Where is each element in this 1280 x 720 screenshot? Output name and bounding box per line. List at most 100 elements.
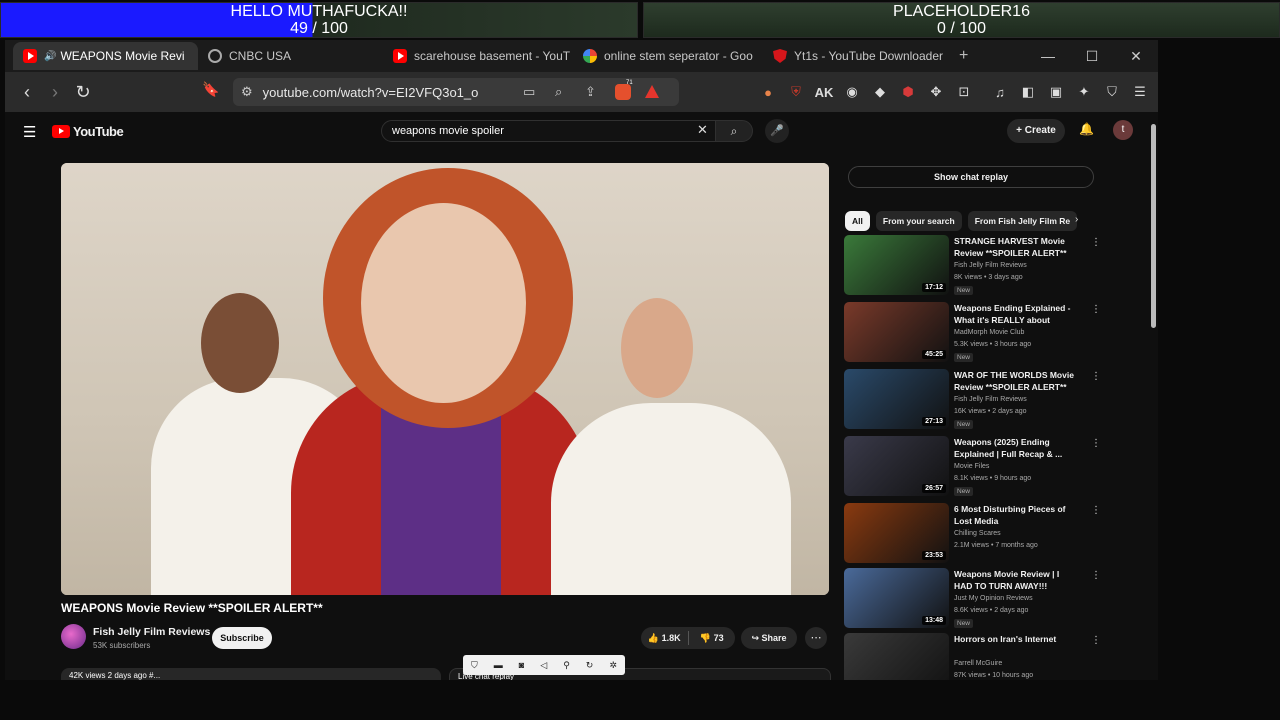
screenshot-icon[interactable]: ⊡ [950,84,978,100]
page-scrollbar[interactable] [1150,112,1158,680]
create-button[interactable]: + Create [1007,119,1065,143]
recommendation-title[interactable]: 6 Most Disturbing Pieces of Lost Media [954,504,1078,527]
subscribe-button[interactable]: Subscribe [212,627,272,649]
scrollbar-thumb[interactable] [1151,124,1156,328]
show-chat-replay-button[interactable]: Show chat replay [848,166,1094,188]
description-box[interactable]: 42K views 2 days ago #... [61,668,441,680]
media-icon[interactable]: ♫ [986,85,1014,100]
tab-cnbc[interactable]: CNBC USA [198,42,383,70]
more-options-icon[interactable]: ⋮ [1091,438,1101,449]
video-thumbnail[interactable]: 13:48 [844,568,949,628]
recommendation-item[interactable]: 13:48 Weapons Movie Review | I HAD TO TUR… [844,568,1101,632]
recommendation-channel[interactable]: Farrell McGuire [954,660,1002,667]
settings-tool-icon[interactable]: ✲ [609,660,617,671]
more-options-icon[interactable]: ⋮ [1091,237,1101,248]
extension-diamond-icon[interactable]: ◆ [866,84,894,100]
chevron-right-icon[interactable]: › [1075,214,1078,225]
record-tool-icon[interactable]: ▬ [494,660,503,670]
adblock-plus-icon[interactable]: ⬢ [894,84,922,100]
youtube-logo[interactable]: YouTube [52,124,124,139]
back-button[interactable]: ‹ [13,82,41,103]
chip-all[interactable]: All [845,211,870,231]
tab-yt1s[interactable]: Yt1s - YouTube Downloader [763,42,953,70]
search-button[interactable]: ⌕ [715,120,753,142]
recommendation-item[interactable]: 23:53 6 Most Disturbing Pieces of Lost Me… [844,503,1101,567]
video-thumbnail[interactable]: 23:53 [844,503,949,563]
brave-shields-icon[interactable] [615,84,631,100]
chip-from-channel[interactable]: From Fish Jelly Film Re [967,211,1078,231]
sidebar-icon[interactable]: ◧ [1014,84,1042,100]
more-options-icon[interactable]: ⋮ [1091,371,1101,382]
ublock-icon[interactable]: ⛨ [782,84,810,100]
recommendation-title[interactable]: Weapons Movie Review | I HAD TO TURN AWA… [954,569,1078,592]
more-options-icon[interactable]: ⋮ [1091,635,1101,646]
recommendation-title[interactable]: Weapons (2025) Ending Explained | Full R… [954,437,1078,460]
recommendation-item[interactable]: Horrors on Iran's Internet Farrell McGuir… [844,633,1101,680]
address-bar[interactable]: ⚙ youtube.com/watch?v=EI2VFQ3o1_o ▭ ⌕ ⇪ … [233,78,679,106]
audio-tool-icon[interactable]: ◁ [540,660,547,671]
guide-menu-icon[interactable]: ☰ [23,123,36,141]
channel-avatar[interactable] [61,624,86,649]
forward-button[interactable]: › [41,82,69,103]
new-tab-button[interactable]: + [959,47,968,65]
recommendation-channel[interactable]: MadMorph Movie Club [954,329,1024,336]
notifications-icon[interactable]: 🔔 [1079,122,1094,136]
maximize-icon[interactable]: ☐ [1070,48,1114,65]
recommendation-channel[interactable]: Movie Files [954,463,989,470]
leo-icon[interactable]: ✦ [1070,84,1098,100]
more-options-icon[interactable]: ⋮ [1091,570,1101,581]
brave-rewards-icon[interactable] [645,85,659,98]
more-options-icon[interactable]: ⋮ [1091,505,1101,516]
extension-circle-icon[interactable]: ◉ [838,84,866,100]
search-input[interactable]: weapons movie spoiler [381,120,716,142]
recommendation-channel[interactable]: Chilling Scares [954,530,1001,537]
extensions-puzzle-icon[interactable]: ✥ [922,84,950,100]
wallet-icon[interactable]: ▣ [1042,84,1070,100]
vpn-icon[interactable]: ⛉ [1098,84,1126,100]
refresh-tool-icon[interactable]: ↻ [586,660,594,671]
share-page-icon[interactable]: ⇪ [585,84,596,100]
chip-from-search[interactable]: From your search [875,211,962,231]
menu-icon[interactable]: ☰ [1126,84,1154,100]
voice-search-icon[interactable]: 🎤 [765,119,789,143]
clear-search-icon[interactable]: ✕ [697,122,708,138]
video-player[interactable] [61,163,829,595]
extension-ak-icon[interactable]: AK [810,85,838,100]
video-thumbnail[interactable]: 26:57 [844,436,949,496]
recommendation-item[interactable]: 45:25 Weapons Ending Explained - What it'… [844,302,1101,366]
recommendation-title[interactable]: WAR OF THE WORLDS Movie Review **SPOILER… [954,370,1078,393]
recommendation-item[interactable]: 26:57 Weapons (2025) Ending Explained | F… [844,436,1101,500]
account-avatar[interactable]: t [1113,120,1133,140]
extension-orange-icon[interactable]: ● [754,85,782,100]
share-button[interactable]: ↪ Share [741,627,797,649]
close-window-icon[interactable]: ✕ [1114,48,1158,65]
dislike-button[interactable]: 👎 73 [689,633,736,644]
recommendation-title[interactable]: STRANGE HARVEST Movie Review **SPOILER A… [954,236,1078,259]
recommendation-channel[interactable]: Fish Jelly Film Reviews [954,396,1027,403]
cast-icon[interactable]: ▭ [523,84,535,100]
more-actions-icon[interactable]: ⋯ [805,627,827,649]
recommendation-item[interactable]: 27:13 WAR OF THE WORLDS Movie Review **SP… [844,369,1101,433]
video-thumbnail[interactable]: 27:13 [844,369,949,429]
video-thumbnail[interactable] [844,633,949,680]
bookmark-icon[interactable]: 🔖 [197,81,225,98]
tab-weapons-review[interactable]: 🔊 WEAPONS Movie Revi ✕ [13,42,198,70]
tab-stem-separator[interactable]: online stem seperator - Goo [573,42,763,70]
recommendation-channel[interactable]: Just My Opinion Reviews [954,595,1033,602]
tab-scarehouse[interactable]: scarehouse basement - YouT [383,42,573,70]
minimize-icon[interactable]: — [1026,48,1070,64]
zoom-icon[interactable]: ⌕ [555,84,562,100]
reload-button[interactable]: ↻ [69,82,97,103]
like-button[interactable]: 👍 1.8K [641,633,688,644]
video-thumbnail[interactable]: 45:25 [844,302,949,362]
recommendation-channel[interactable]: Fish Jelly Film Reviews [954,262,1027,269]
recommendation-item[interactable]: 17:12 STRANGE HARVEST Movie Review **SPOI… [844,235,1101,299]
shield-tool-icon[interactable]: ⛉ [471,660,478,671]
recommendation-title[interactable]: Weapons Ending Explained - What it's REA… [954,303,1078,326]
site-settings-icon[interactable]: ⚙ [241,84,253,100]
recommendation-title[interactable]: Horrors on Iran's Internet [954,634,1078,646]
pin-tool-icon[interactable]: ⚲ [563,660,570,671]
video-thumbnail[interactable]: 17:12 [844,235,949,295]
more-options-icon[interactable]: ⋮ [1091,304,1101,315]
camera-tool-icon[interactable]: ◙ [519,660,524,670]
